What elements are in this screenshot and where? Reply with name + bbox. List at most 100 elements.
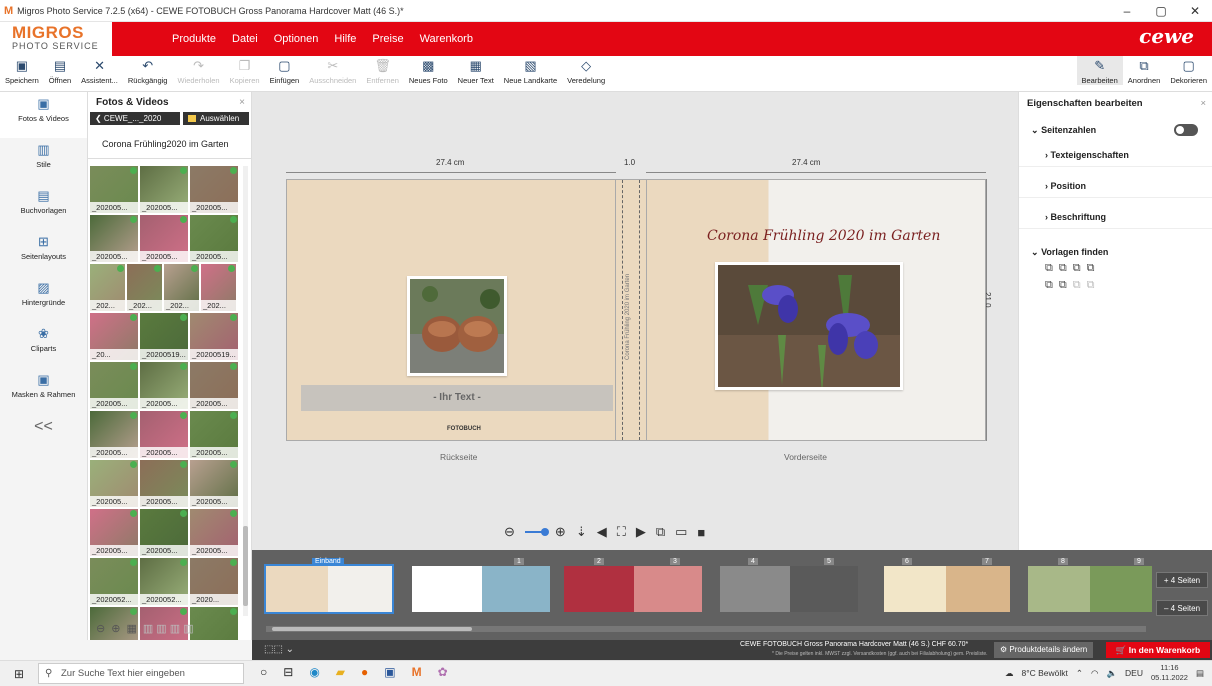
nav-item-masks-frames[interactable]: ▣ Masken & Rahmen <box>0 368 87 414</box>
add-to-cart-button[interactable]: 🛒 In den Warenkorb <box>1106 642 1210 658</box>
menu-optionen[interactable]: Optionen <box>274 33 319 45</box>
template-option-icon[interactable]: ⧉ <box>1073 279 1081 292</box>
close-properties-icon[interactable]: × <box>1200 98 1206 109</box>
weather-icon[interactable]: ☁ <box>1005 668 1014 679</box>
firefox-icon[interactable]: ● <box>361 665 368 679</box>
layout-view-icon[interactable]: ⧉ <box>656 524 665 540</box>
photo-thumbnail[interactable]: _2020052... <box>140 558 188 605</box>
menu-warenkorb[interactable]: Warenkorb <box>420 33 473 45</box>
view-toggle[interactable]: ⬚⬚ ⌄ <box>264 644 294 655</box>
photo-thumbnail[interactable]: _202005... <box>90 460 138 507</box>
toolbar-button-copy[interactable]: ❐ Kopieren <box>225 56 265 85</box>
photo-thumbnail[interactable]: _202... <box>201 264 236 311</box>
toolbar-button-wand[interactable]: ✕ Assistent... <box>76 56 123 85</box>
collapse-sidebar-button[interactable]: << <box>0 418 87 436</box>
mode-button-arrange[interactable]: ⧉ Anordnen <box>1123 56 1166 85</box>
photo-thumbnail[interactable]: _202005... <box>140 411 188 458</box>
word-icon[interactable]: ▣ <box>384 665 395 679</box>
text-properties-item[interactable]: › Texteigenschaften <box>1019 136 1212 167</box>
template-option-icon[interactable]: ⧉ <box>1045 279 1053 292</box>
toolbar-button-cut[interactable]: ✂ Ausschneiden <box>304 56 361 85</box>
grid-view-icon[interactable]: ▦ <box>126 622 136 635</box>
nav-item-cliparts[interactable]: ❀ Cliparts <box>0 322 87 368</box>
photo-thumbnail[interactable]: _202... <box>164 264 199 311</box>
menu-preise[interactable]: Preise <box>372 33 403 45</box>
template-option-icon[interactable]: ⧉ <box>1059 262 1067 275</box>
notifications-icon[interactable]: ▤ <box>1196 668 1204 679</box>
photo-thumbnail[interactable]: _20200519... <box>140 313 188 360</box>
nav-item-styles[interactable]: ▥ Stile <box>0 138 87 184</box>
photo-thumbnail[interactable]: _202005... <box>190 166 238 213</box>
spread-3[interactable] <box>720 566 858 612</box>
remove-pages-button[interactable]: – 4 Seiten <box>1156 600 1208 616</box>
photo-thumbnail[interactable]: _202005... <box>190 411 238 458</box>
add-pages-button[interactable]: + 4 Seiten <box>1156 572 1208 588</box>
nav-item-backgrounds[interactable]: ▨ Hintergründe <box>0 276 87 322</box>
photo-thumbnail[interactable]: _202005... <box>90 362 138 409</box>
folder-back-button[interactable]: ❮ CEWE_..._2020 <box>90 112 180 125</box>
mode-button-edit-tools[interactable]: ✎ Bearbeiten <box>1076 56 1123 85</box>
photo-thumbnail[interactable]: _20200519... <box>190 313 238 360</box>
template-option-icon[interactable]: ⧉ <box>1045 262 1053 275</box>
keyboard-language[interactable]: DEU <box>1125 668 1143 678</box>
zoom-in-icon[interactable]: ⊕ <box>555 524 566 540</box>
photo-thumbnail[interactable]: _202005... <box>140 362 188 409</box>
photo-thumbnail[interactable]: _202005... <box>140 460 188 507</box>
menu-datei[interactable]: Datei <box>232 33 258 45</box>
toolbar-button-new-text[interactable]: ▦ Neuer Text <box>453 56 499 85</box>
windows-start-icon[interactable]: ⊞ <box>14 667 24 681</box>
zoom-out-icon[interactable]: ⊖ <box>504 524 515 540</box>
next-page-icon[interactable]: ▶ <box>636 524 646 540</box>
photo-thumbnail[interactable]: _202005... <box>140 166 188 213</box>
caption-item[interactable]: › Beschriftung <box>1019 198 1212 229</box>
close-button[interactable]: ✕ <box>1178 0 1212 22</box>
page-view-icon[interactable]: ■ <box>697 525 705 540</box>
weather-text[interactable]: 8°C Bewölkt <box>1022 668 1068 678</box>
photo-thumbnail[interactable]: _202005... <box>140 509 188 556</box>
maximize-button[interactable]: ▢ <box>1144 0 1178 22</box>
task-view-icon[interactable]: ○ <box>260 665 267 679</box>
mode-button-decorate[interactable]: ▢ Dekorieren <box>1165 56 1212 85</box>
toolbar-button-save[interactable]: ▣ Speichern <box>0 56 44 85</box>
zoom-in-icon[interactable]: ⊕ <box>111 622 120 635</box>
strip-scrollbar[interactable] <box>266 626 1146 632</box>
page-numbers-section[interactable]: ⌄ Seitenzahlen <box>1019 115 1212 136</box>
template-option-icon[interactable]: ⧉ <box>1059 279 1067 292</box>
taskbar-search-field[interactable]: ⚲ Zur Suche Text hier eingeben <box>38 663 244 684</box>
front-cover-photo[interactable] <box>715 262 903 390</box>
select-button[interactable]: Auswählen <box>183 112 249 125</box>
toolbar-button-trash[interactable]: 🗑 Entfernen <box>361 56 404 85</box>
clock[interactable]: 11:16 05.11.2022 <box>1151 663 1188 683</box>
back-text-box[interactable]: - Ihr Text - <box>301 385 613 411</box>
previous-page-icon[interactable]: ◀ <box>597 524 607 540</box>
volume-icon[interactable]: 🔈 <box>1106 668 1117 679</box>
minimize-button[interactable]: – <box>1110 0 1144 22</box>
photo-thumbnail[interactable]: _202005... <box>90 166 138 213</box>
product-details-button[interactable]: ⚙ Produktdetails ändern <box>994 642 1094 658</box>
front-cover-title[interactable]: Corona Frühling 2020 im Garten <box>707 228 940 244</box>
nav-item-photos-videos[interactable]: ▣ Fotos & Videos <box>0 92 87 138</box>
close-panel-icon[interactable]: × <box>239 97 245 108</box>
find-templates-section[interactable]: ⌄ Vorlagen finden <box>1019 229 1212 258</box>
menu-produkte[interactable]: Produkte <box>172 33 216 45</box>
edge-browser-icon[interactable]: ◉ <box>309 665 319 679</box>
photo-thumbnail[interactable]: _202005... <box>90 215 138 262</box>
photo-thumbnail[interactable]: _202... <box>127 264 162 311</box>
photo-thumbnail[interactable]: _202005... <box>140 215 188 262</box>
spread-cover[interactable] <box>264 564 394 614</box>
view-mode-icon[interactable]: ▥ ▥ ▥ ▥ <box>143 622 194 635</box>
photo-thumbnail[interactable]: _2020052... <box>90 558 138 605</box>
photo-thumbnail[interactable]: _2020... <box>190 558 238 605</box>
photo-thumbnail[interactable]: _202... <box>90 264 125 311</box>
fullscreen-icon[interactable]: ⛶ <box>617 524 626 540</box>
photo-thumbnail[interactable]: _202005... <box>190 215 238 262</box>
spread-5[interactable] <box>1028 566 1152 612</box>
spine[interactable]: Corona Frühling 2020 im Garten <box>616 179 646 441</box>
toolbar-button-undo[interactable]: ↶ Rückgängig <box>123 56 173 85</box>
toolbar-button-open[interactable]: ▤ Öffnen <box>44 56 76 85</box>
photo-thumbnail[interactable]: _20... <box>90 313 138 360</box>
photo-thumbnail[interactable]: _202005... <box>190 509 238 556</box>
back-cover-photo[interactable] <box>407 276 507 376</box>
toolbar-button-diamond[interactable]: ◇ Veredelung <box>562 56 610 85</box>
photos-scrollbar[interactable] <box>243 166 248 616</box>
